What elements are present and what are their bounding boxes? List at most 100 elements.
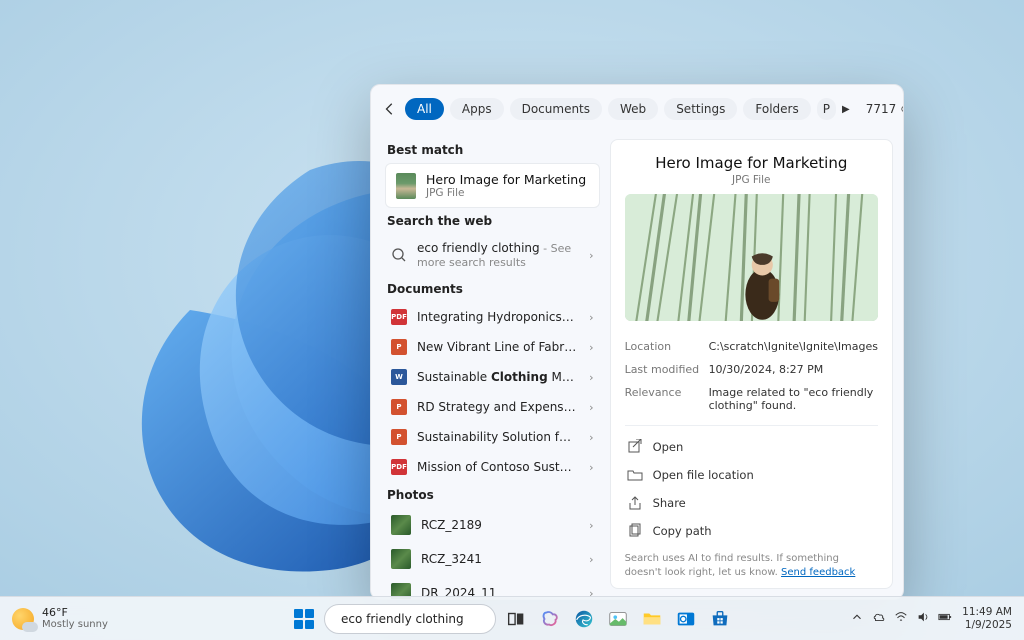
action-open-location-label: Open file location [653,468,754,482]
photo-result[interactable]: RCZ_2189 › [385,508,600,542]
photo-result[interactable]: RCZ_3241 › [385,542,600,576]
document-result[interactable]: PDF Mission of Contoso Sustainable F... › [385,452,600,482]
section-documents: Documents [387,282,598,296]
section-photos: Photos [387,488,598,502]
send-feedback-link[interactable]: Send feedback [781,567,855,578]
document-result[interactable]: PRD Strategy and Expenses› [385,392,600,422]
filter-tabs: All Apps Documents Web Settings Folders … [405,98,850,120]
action-open-label: Open [653,440,684,454]
chevron-right-icon: › [589,553,593,566]
section-best-match: Best match [387,143,598,157]
taskbar-tray: 11:49 AM 1/9/2025 [850,606,1024,631]
chevron-right-icon: › [589,461,593,474]
chevron-right-icon: › [589,401,593,414]
copy-icon [627,523,643,539]
web-query: eco friendly clothing [417,241,540,255]
taskbar-clock[interactable]: 11:49 AM 1/9/2025 [962,606,1012,631]
store-icon[interactable] [706,605,734,633]
action-share[interactable]: Share [625,490,878,516]
battery-icon[interactable] [938,610,952,627]
tab-more[interactable]: P [817,98,836,120]
tab-web[interactable]: Web [608,98,658,120]
search-input[interactable] [341,612,491,626]
points-value: 7717 [866,102,897,116]
action-open[interactable]: Open [625,434,878,460]
preview-pane: Hero Image for Marketing JPG File [610,139,893,589]
taskbar-weather[interactable]: 46°F Mostly sunny [0,607,108,630]
tab-apps[interactable]: Apps [450,98,504,120]
action-open-location[interactable]: Open file location [625,462,878,488]
preview-metadata: Location C:\scratch\Ignite\Ignite\Images… [625,335,878,417]
document-label: Sustainability Solution for Future ... [417,430,577,444]
preview-image [625,194,878,321]
volume-icon[interactable] [916,610,930,627]
chevron-right-icon: › [589,431,593,444]
rewards-points[interactable]: 7717 [866,102,904,116]
tab-all[interactable]: All [405,98,444,120]
copilot-taskbar-icon[interactable] [536,605,564,633]
divider [625,425,878,426]
rewards-icon [900,102,904,116]
pdf-file-icon: PDF [391,309,407,325]
task-view-icon[interactable] [502,605,530,633]
search-panel: All Apps Documents Web Settings Folders … [370,84,904,600]
document-result[interactable]: P Sustainability Solution for Future ... › [385,422,600,452]
start-button[interactable] [290,605,318,633]
taskbar-center [290,604,734,634]
action-copy-path[interactable]: Copy path [625,518,878,544]
best-match-subtitle: JPG File [426,187,586,199]
pdf-file-icon: PDF [391,459,407,475]
best-match-result[interactable]: Hero Image for Marketing JPG File [385,163,600,208]
document-result[interactable]: PDFIntegrating Hydroponics in Manu...› [385,302,600,332]
folder-icon [627,467,643,483]
best-match-thumbnail [396,173,416,199]
document-result[interactable]: PNew Vibrant Line of Fabrics› [385,332,600,362]
ppt-file-icon: P [391,339,407,355]
document-label: Sustainable Clothing Marketing ... [417,370,577,384]
explorer-icon[interactable] [638,605,666,633]
meta-modified-value: 10/30/2024, 8:27 PM [709,363,878,376]
tab-settings[interactable]: Settings [664,98,737,120]
chevron-right-icon: › [589,371,593,384]
outlook-icon[interactable] [672,605,700,633]
document-label: New Vibrant Line of Fabrics [417,340,577,354]
action-copy-path-label: Copy path [653,524,712,538]
weather-temp: 46°F [42,607,108,619]
wifi-icon[interactable] [894,610,908,627]
weather-icon [12,608,34,630]
meta-relevance-key: Relevance [625,386,709,412]
edge-icon[interactable] [570,605,598,633]
doc-file-icon: W [391,369,407,385]
tabs-overflow-icon[interactable]: ▶ [842,104,850,115]
preview-actions: Open Open file location Share Copy path [625,434,878,544]
preview-title: Hero Image for Marketing [625,154,878,172]
onedrive-icon[interactable] [872,610,886,627]
meta-location-key: Location [625,340,709,353]
web-search-result[interactable]: eco friendly clothing - See more search … [385,234,600,276]
chevron-right-icon: › [589,311,593,324]
weather-condition: Mostly sunny [42,619,108,630]
photo-label: RCZ_3241 [421,552,482,566]
document-result[interactable]: W Sustainable Clothing Marketing ... › [385,362,600,392]
tab-documents[interactable]: Documents [510,98,602,120]
photo-thumbnail [391,515,411,535]
chevron-right-icon: › [589,519,593,532]
photo-thumbnail [391,549,411,569]
best-match-title: Hero Image for Marketing [426,172,586,187]
ppt-file-icon: P [391,429,407,445]
results-list: Best match Hero Image for Marketing JPG … [371,133,608,599]
ai-disclaimer: Search uses AI to find results. If somet… [625,544,878,580]
tray-overflow-icon[interactable] [850,610,864,627]
back-button[interactable] [383,95,397,123]
tab-folders[interactable]: Folders [743,98,810,120]
share-icon [627,495,643,511]
document-label: RD Strategy and Expenses [417,400,577,414]
meta-modified-key: Last modified [625,363,709,376]
meta-relevance-value: Image related to "eco friendly clothing"… [709,386,878,412]
photos-app-icon[interactable] [604,605,632,633]
clock-date: 1/9/2025 [965,619,1012,632]
taskbar-search[interactable] [324,604,496,634]
document-label: Mission of Contoso Sustainable F... [417,460,577,474]
section-search-web: Search the web [387,214,598,228]
photo-label: RCZ_2189 [421,518,482,532]
